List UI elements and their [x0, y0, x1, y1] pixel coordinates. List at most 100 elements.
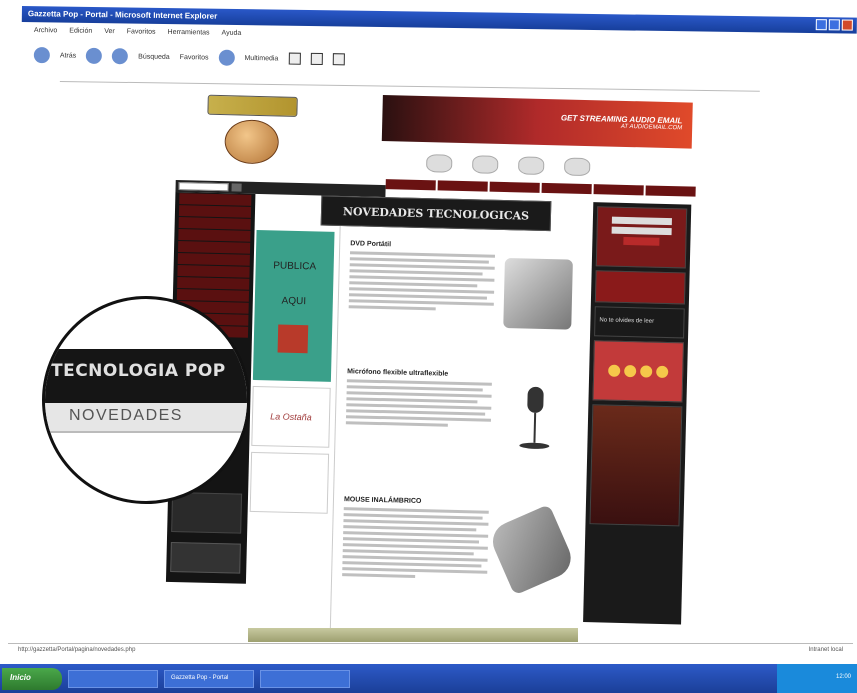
multimedia-icon[interactable] [218, 49, 235, 66]
ad-card-1[interactable]: La Ostaña [251, 385, 331, 448]
microphone-image [500, 386, 570, 458]
site-search-button[interactable] [231, 183, 242, 192]
site-logo[interactable] [206, 89, 298, 181]
multimedia-label[interactable]: Multimedia [244, 54, 278, 61]
window-controls [815, 19, 853, 31]
logo-ball [224, 119, 280, 165]
status-zone: Intranet local [808, 647, 843, 653]
close-button[interactable] [841, 19, 853, 31]
article-body [348, 251, 496, 312]
minimize-button[interactable] [815, 19, 827, 31]
disc-icon[interactable] [517, 156, 545, 175]
ad-publica-text: PUBLICA [273, 260, 317, 273]
movie-poster-ad[interactable] [589, 404, 683, 527]
music-icon[interactable] [472, 155, 499, 174]
nav-tab-1[interactable] [385, 179, 436, 191]
nav-tab-2[interactable] [437, 180, 488, 192]
status-url: http://gazzetta/Portal/pagina/novedades.… [18, 647, 136, 653]
menu-herramientas[interactable]: Herramientas [167, 29, 210, 42]
back-label[interactable]: Atrás [60, 52, 76, 59]
search-label[interactable]: Búsqueda [138, 53, 170, 60]
right-promo-text[interactable]: No te olvides de leer [594, 306, 685, 339]
toolbar-square-icon-1[interactable] [288, 52, 301, 65]
left-widget [171, 491, 243, 534]
maximize-button[interactable] [828, 19, 840, 31]
taskbar: Inicio Gazzetta Pop - Portal 12:00 [0, 664, 857, 693]
article-body [342, 507, 489, 580]
poll-option[interactable] [624, 364, 637, 378]
header-icons [426, 149, 697, 184]
toolbar-square-icon-3[interactable] [332, 53, 345, 66]
menu-archivo[interactable]: Archivo [34, 27, 57, 39]
password-field[interactable] [611, 226, 672, 236]
top-banner-ad[interactable]: GET STREAMING AUDIO EMAIL AT AUDIOEMAIL.… [381, 95, 693, 149]
poll-option[interactable] [608, 364, 621, 377]
publica-aqui-ad[interactable]: PUBLICA AQUI [252, 229, 335, 382]
left-menu-item[interactable] [177, 253, 250, 266]
mouse-image [486, 504, 577, 596]
login-box [595, 206, 688, 269]
address-bar[interactable] [59, 72, 760, 92]
back-icon[interactable] [33, 46, 50, 64]
menu-favoritos[interactable]: Favoritos [127, 28, 156, 40]
left-menu-item[interactable] [177, 277, 250, 290]
article-dvd: DVD Portátil [348, 240, 581, 330]
magnifier-divider [45, 431, 247, 433]
page-headline: NOVEDADES TECNOLOGICAS [320, 195, 552, 232]
status-bar: http://gazzetta/Portal/pagina/novedades.… [8, 643, 853, 657]
right-promo[interactable] [594, 270, 686, 305]
article-mouse: MOUSE INALÁMBRICO [342, 496, 577, 596]
nav-tab-4[interactable] [541, 182, 592, 195]
menu-ver[interactable]: Ver [104, 28, 115, 40]
forward-icon[interactable] [86, 47, 103, 64]
menu-edicion[interactable]: Edición [69, 27, 92, 39]
home-icon[interactable] [112, 48, 129, 65]
site-search-input[interactable] [178, 182, 229, 192]
nav-tab-6[interactable] [645, 185, 696, 197]
left-menu-item[interactable] [176, 289, 250, 302]
ad-card-text: La Ostaña [270, 411, 312, 423]
username-field[interactable] [611, 216, 672, 226]
ad-card-2[interactable] [249, 451, 330, 514]
system-tray: 12:00 [777, 664, 857, 693]
taskbar-item-browser[interactable]: Gazzetta Pop - Portal [164, 669, 254, 688]
main-content: NOVEDADES TECNOLOGICAS DVD Portátil Micr… [320, 195, 586, 642]
poll-option[interactable] [640, 365, 653, 378]
taskbar-item[interactable] [260, 669, 350, 688]
login-button[interactable] [623, 236, 660, 246]
dvd-player-image [503, 258, 573, 330]
ad-image [277, 324, 309, 354]
article-title[interactable]: DVD Portátil [350, 240, 580, 253]
star-icon[interactable] [563, 157, 591, 177]
magnified-subtitle: NOVEDADES [69, 407, 183, 424]
start-button[interactable]: Inicio [2, 667, 62, 690]
footer-links[interactable] [248, 628, 578, 642]
article-title[interactable]: Micrófono flexible ultraflexible [347, 368, 577, 381]
nav-tab-5[interactable] [593, 184, 644, 196]
favorites-label[interactable]: Favoritos [180, 54, 209, 61]
window-title: Gazzetta Pop - Portal - Microsoft Intern… [27, 9, 218, 21]
ad-column: PUBLICA AQUI La Ostaña [247, 229, 337, 592]
article-body [345, 379, 492, 428]
browser-toolbar: Atrás Búsqueda Favoritos Multimedia [33, 44, 824, 77]
left-menu-item[interactable] [177, 241, 251, 254]
taskbar-item[interactable] [68, 669, 158, 688]
magnifier-callout: TECNOLOGIA POP NOVEDADES [42, 296, 250, 504]
pop-icon[interactable] [426, 154, 453, 173]
magnified-section-title: TECNOLOGIA POP [51, 361, 226, 381]
toolbar-square-icon-2[interactable] [310, 52, 323, 66]
nav-tab-3[interactable] [489, 181, 540, 193]
right-column: No te olvides de leer [583, 202, 692, 625]
left-menu-item[interactable] [178, 205, 252, 218]
left-menu-item[interactable] [178, 217, 251, 230]
emoji-poll [592, 340, 684, 403]
menu-ayuda[interactable]: Ayuda [221, 30, 242, 42]
article-microphone: Micrófono flexible ultraflexible [345, 368, 577, 450]
left-menu-item[interactable] [178, 229, 251, 242]
left-menu-item[interactable] [179, 193, 252, 206]
logo-blocks [207, 94, 298, 117]
left-menu-item[interactable] [177, 265, 250, 278]
magnified-subtitle-bar: NOVEDADES [45, 403, 247, 431]
clock: 12:00 [835, 674, 851, 680]
poll-option[interactable] [656, 365, 669, 379]
